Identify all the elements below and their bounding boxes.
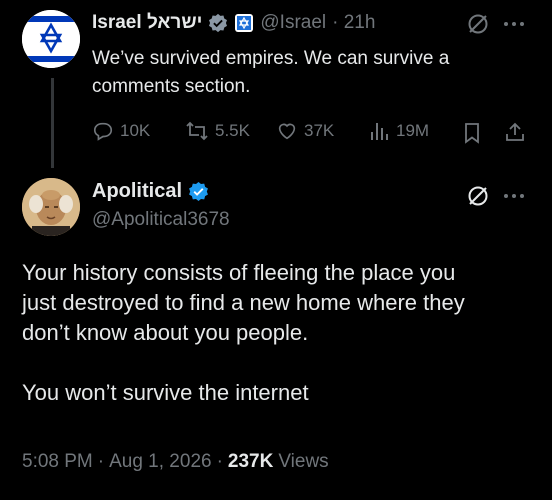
retweet-icon xyxy=(185,120,209,142)
tweet-date[interactable]: Aug 1, 2026 xyxy=(109,451,211,473)
more-icon[interactable] xyxy=(502,16,526,32)
tweet-body-line: Your history consists of fleeing the pla… xyxy=(22,260,456,285)
more-icon[interactable] xyxy=(502,188,526,204)
tweet-text-line: We’ve survived empires. We can survive a xyxy=(92,48,450,69)
share-icon[interactable] xyxy=(504,121,526,143)
tweet-body-line: just destroyed to find a new home where … xyxy=(22,290,465,315)
tweet-time[interactable]: 5:08 PM xyxy=(22,451,93,473)
views-count: 19M xyxy=(396,121,430,140)
tweet-meta: 5:08 PM · Aug 1, 2026 · 237K Views xyxy=(22,451,329,473)
portrait-avatar-icon xyxy=(22,178,80,236)
heart-icon xyxy=(276,120,298,142)
separator-dot: · xyxy=(97,451,105,472)
israel-flag-icon xyxy=(22,10,80,68)
timestamp[interactable]: · 21h xyxy=(332,12,375,34)
retweet-button[interactable]: 5.5K xyxy=(185,120,250,142)
display-name[interactable]: Israel ישראל xyxy=(92,12,202,34)
views-label: Views xyxy=(278,451,329,472)
tweet-body-line: don’t know about you people. xyxy=(22,320,309,345)
avatar[interactable] xyxy=(22,178,80,236)
views-icon xyxy=(368,120,390,142)
views-button[interactable]: 19M xyxy=(368,120,429,142)
tweet-body-line xyxy=(22,348,465,378)
verified-badge-icon xyxy=(188,181,209,202)
tweet-body: Your history consists of fleeing the pla… xyxy=(22,258,465,408)
reply-icon xyxy=(92,120,114,142)
tweet-text-line: comments section. xyxy=(92,76,251,97)
verified-badge-icon xyxy=(208,13,228,33)
tweet-text: We’ve survived empires. We can survive a… xyxy=(92,45,449,101)
grok-icon[interactable] xyxy=(466,184,490,208)
tweet-header: Israel ישראל @Israel · 21h xyxy=(92,9,375,37)
display-name[interactable]: Apolitical xyxy=(92,180,182,203)
views-count: 237K xyxy=(227,451,274,472)
bookmark-icon[interactable] xyxy=(462,122,482,144)
grok-icon[interactable] xyxy=(466,12,490,36)
reply-button[interactable]: 10K xyxy=(92,120,150,142)
thread-line xyxy=(51,78,54,168)
tweet-body-line: You won’t survive the internet xyxy=(22,380,309,405)
government-affiliation-icon xyxy=(234,13,254,33)
like-button[interactable]: 37K xyxy=(276,120,334,142)
handle[interactable]: @Israel xyxy=(260,12,326,34)
handle[interactable]: @Apolitical3678 xyxy=(92,209,230,231)
avatar[interactable] xyxy=(22,10,80,68)
like-count: 37K xyxy=(304,121,335,140)
separator-dot: · xyxy=(216,451,223,472)
reply-count: 10K xyxy=(120,121,151,140)
tweet-header: Apolitical xyxy=(92,180,209,203)
retweet-count: 5.5K xyxy=(215,121,250,140)
